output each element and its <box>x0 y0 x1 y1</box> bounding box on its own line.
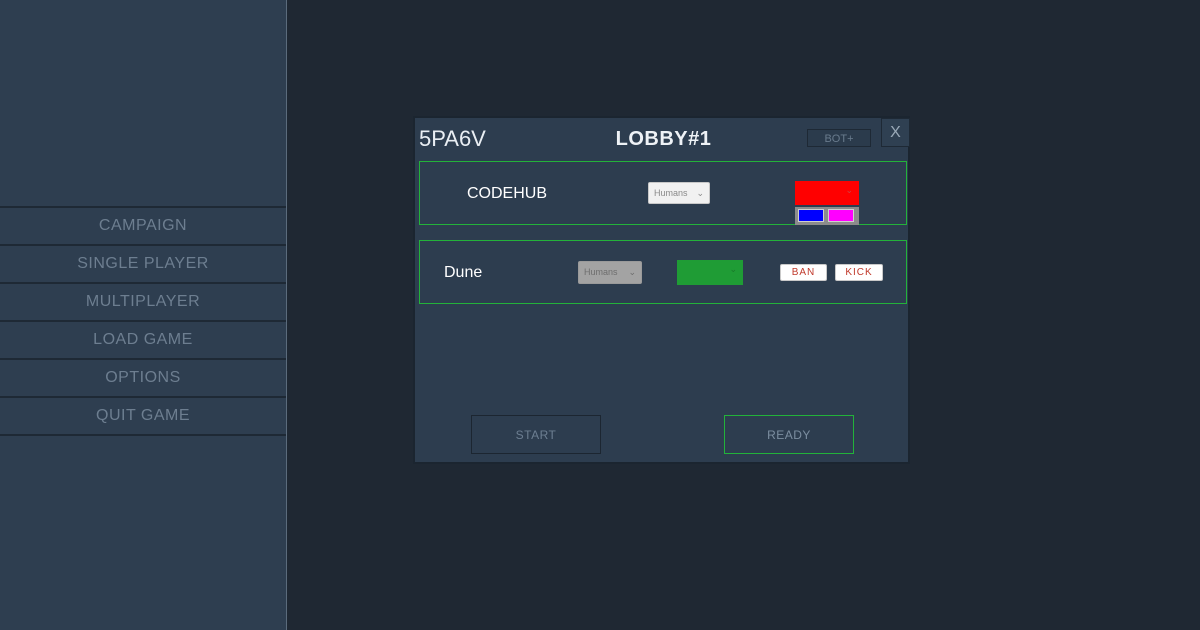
add-bot-button[interactable]: BOT+ <box>807 129 871 147</box>
race-select: Humans ⌄ <box>578 261 642 284</box>
color-palette-dropdown <box>795 207 859 225</box>
menu-item-campaign[interactable]: CAMPAIGN <box>0 206 286 244</box>
start-button[interactable]: START <box>471 415 601 454</box>
close-button[interactable]: X <box>881 118 910 147</box>
menu-item-options[interactable]: OPTIONS <box>0 358 286 396</box>
chevron-down-icon: ⌄ <box>729 264 737 274</box>
color-option-blue[interactable] <box>798 209 824 222</box>
race-select-value: Humans <box>584 267 618 277</box>
player-row-guest: Dune Humans ⌄ ⌄ BAN KICK <box>419 240 907 304</box>
lobby-dialog: 5PA6V LOBBY#1 BOT+ X CODEHUB Humans ⌄ ⌄ … <box>413 116 910 464</box>
chevron-down-icon: ⌄ <box>628 267 636 277</box>
menu-item-quit-game[interactable]: QUIT GAME <box>0 396 286 436</box>
main-menu: CAMPAIGN SINGLE PLAYER MULTIPLAYER LOAD … <box>0 206 286 436</box>
race-select-value: Humans <box>654 188 688 198</box>
kick-button[interactable]: KICK <box>835 264 883 281</box>
ban-button[interactable]: BAN <box>780 264 827 281</box>
menu-item-multiplayer[interactable]: MULTIPLAYER <box>0 282 286 320</box>
color-option-magenta[interactable] <box>828 209 854 222</box>
menu-item-single-player[interactable]: SINGLE PLAYER <box>0 244 286 282</box>
lobby-code: 5PA6V <box>419 126 486 151</box>
race-select[interactable]: Humans ⌄ <box>648 182 710 204</box>
chevron-down-icon: ⌄ <box>696 188 704 198</box>
menu-item-load-game[interactable]: LOAD GAME <box>0 320 286 358</box>
player-name: Dune <box>444 264 483 281</box>
player-row-host: CODEHUB Humans ⌄ ⌄ <box>419 161 907 225</box>
color-select[interactable]: ⌄ <box>795 181 859 205</box>
player-name: CODEHUB <box>467 185 548 202</box>
ready-button[interactable]: READY <box>724 415 854 454</box>
color-select: ⌄ <box>677 260 743 285</box>
main-menu-sidebar: CAMPAIGN SINGLE PLAYER MULTIPLAYER LOAD … <box>0 0 287 630</box>
chevron-down-icon: ⌄ <box>845 185 853 195</box>
